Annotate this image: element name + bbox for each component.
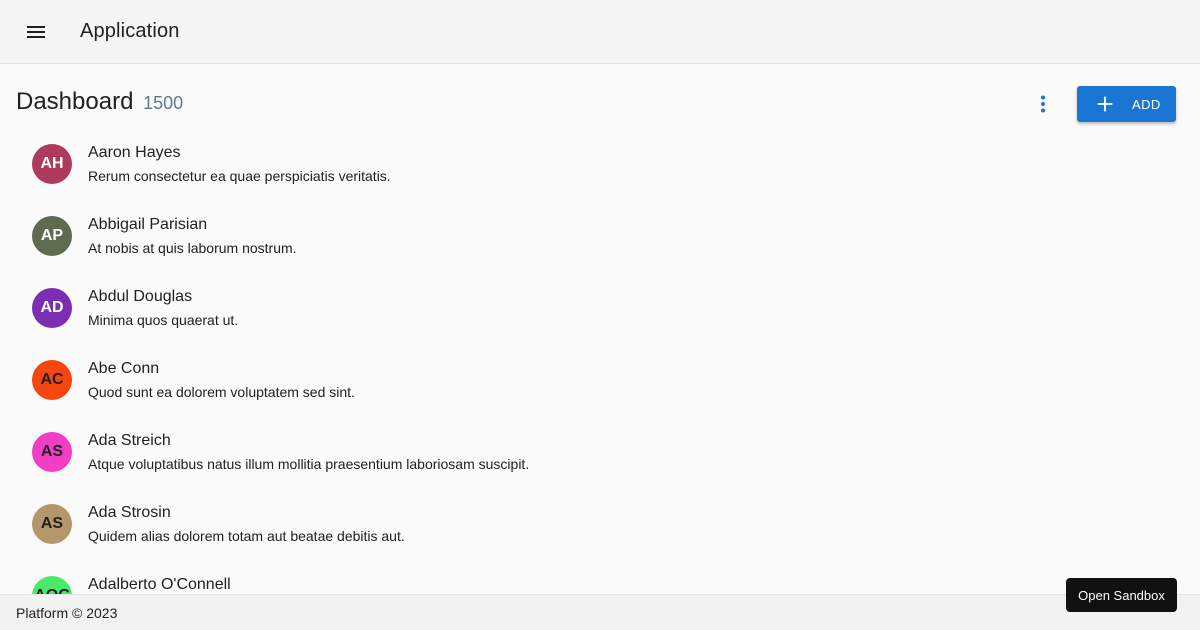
list-item[interactable]: AD Abdul Douglas Minima quos quaerat ut. xyxy=(16,288,1184,360)
app-bar: Application xyxy=(0,0,1200,64)
item-name: Adalberto O'Connell xyxy=(88,576,231,593)
add-button-label: ADD xyxy=(1132,96,1161,112)
avatar: AH xyxy=(32,144,72,184)
item-description: At nobis at quis laborum nostrum. xyxy=(88,240,297,256)
contact-list: AH Aaron Hayes Rerum consectetur ea quae… xyxy=(0,144,1200,594)
dashboard-toolbar: Dashboard 1500 ADD xyxy=(0,64,1200,144)
list-item[interactable]: AS Ada Strosin Quidem alias dolorem tota… xyxy=(16,504,1184,576)
item-name: Ada Streich xyxy=(88,432,171,449)
menu-button[interactable] xyxy=(12,8,60,56)
avatar: AP xyxy=(32,216,72,256)
item-name: Abe Conn xyxy=(88,360,160,377)
more-options-button[interactable] xyxy=(1023,84,1063,124)
list-item[interactable]: AP Abbigail Parisian At nobis at quis la… xyxy=(16,216,1184,288)
app-title: Application xyxy=(80,20,180,42)
item-description: Minima quos quaerat ut. xyxy=(88,312,239,328)
list-item[interactable]: AS Ada Streich Atque voluptatibus natus … xyxy=(16,432,1184,504)
copyright-text: Platform © 2023 xyxy=(16,604,118,621)
list-item[interactable]: AOC Adalberto O'Connell xyxy=(16,576,1184,594)
record-count: 1500 xyxy=(143,93,184,113)
avatar: AOC xyxy=(32,576,72,594)
list-item[interactable]: AH Aaron Hayes Rerum consectetur ea quae… xyxy=(16,144,1184,216)
plus-icon xyxy=(1077,93,1116,115)
item-name: Ada Strosin xyxy=(88,504,171,521)
open-sandbox-button[interactable]: Open Sandbox xyxy=(1066,578,1177,612)
avatar: AC xyxy=(32,360,72,400)
item-name: Abbigail Parisian xyxy=(88,216,208,233)
menu-icon xyxy=(24,20,48,44)
avatar: AS xyxy=(32,432,72,472)
item-description: Rerum consectetur ea quae perspiciatis v… xyxy=(88,168,391,184)
item-description: Atque voluptatibus natus illum mollitia … xyxy=(88,456,530,472)
item-description: Quod sunt ea dolorem voluptatem sed sint… xyxy=(88,384,355,400)
item-name: Aaron Hayes xyxy=(88,144,181,161)
item-name: Abdul Douglas xyxy=(88,288,193,305)
add-button[interactable]: ADD xyxy=(1077,86,1176,122)
page-title-text: Dashboard xyxy=(16,88,134,115)
page-title: Dashboard 1500 xyxy=(16,88,183,116)
list-item[interactable]: AC Abe Conn Quod sunt ea dolorem volupta… xyxy=(16,360,1184,432)
footer: Platform © 2023 xyxy=(0,594,1200,630)
avatar: AS xyxy=(32,504,72,544)
avatar: AD xyxy=(32,288,72,328)
more-vert-icon xyxy=(1031,92,1055,116)
item-description: Quidem alias dolorem totam aut beatae de… xyxy=(88,528,405,544)
